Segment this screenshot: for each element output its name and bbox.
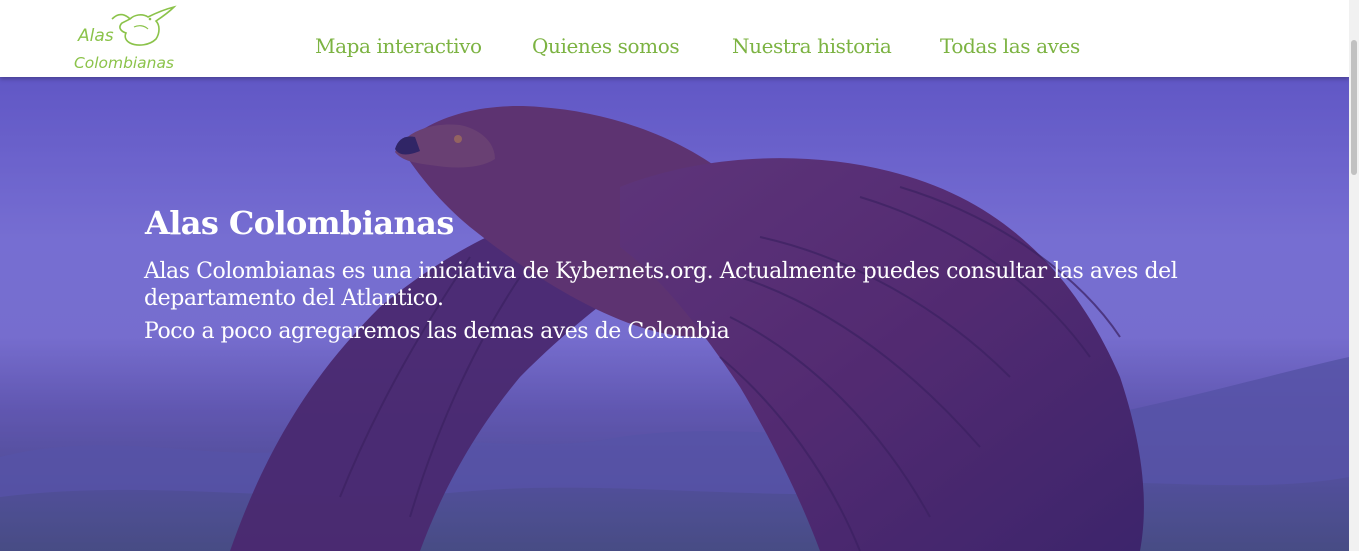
nav-todas-las-aves[interactable]: Todas las aves: [940, 34, 1080, 58]
bird-logo-icon: Alas Colombianas: [74, 5, 177, 72]
hero-description: Alas Colombianas es una iniciativa de Ky…: [144, 259, 1178, 311]
site-header: Alas Colombianas Mapa interactivo Quiene…: [0, 0, 1349, 77]
nav-nuestra-historia[interactable]: Nuestra historia: [732, 34, 892, 58]
hero-subdescription: Poco a poco agregaremos las demas aves d…: [144, 319, 730, 344]
nav-mapa-interactivo[interactable]: Mapa interactivo: [315, 34, 482, 58]
nav-quienes-somos[interactable]: Quienes somos: [532, 34, 680, 58]
alas-colombianas-logo[interactable]: Alas Colombianas: [72, 5, 180, 73]
scrollbar-thumb[interactable]: [1351, 40, 1357, 175]
page-scrollbar[interactable]: [1349, 0, 1359, 551]
eagle-hero-image: [0, 106, 1349, 551]
logo-text-alas: Alas: [77, 26, 114, 46]
logo-text-colombianas: Colombianas: [74, 54, 174, 72]
hero-banner: Alas Colombianas Alas Colombianas es una…: [0, 77, 1349, 551]
hero-title: Alas Colombianas: [145, 204, 454, 242]
